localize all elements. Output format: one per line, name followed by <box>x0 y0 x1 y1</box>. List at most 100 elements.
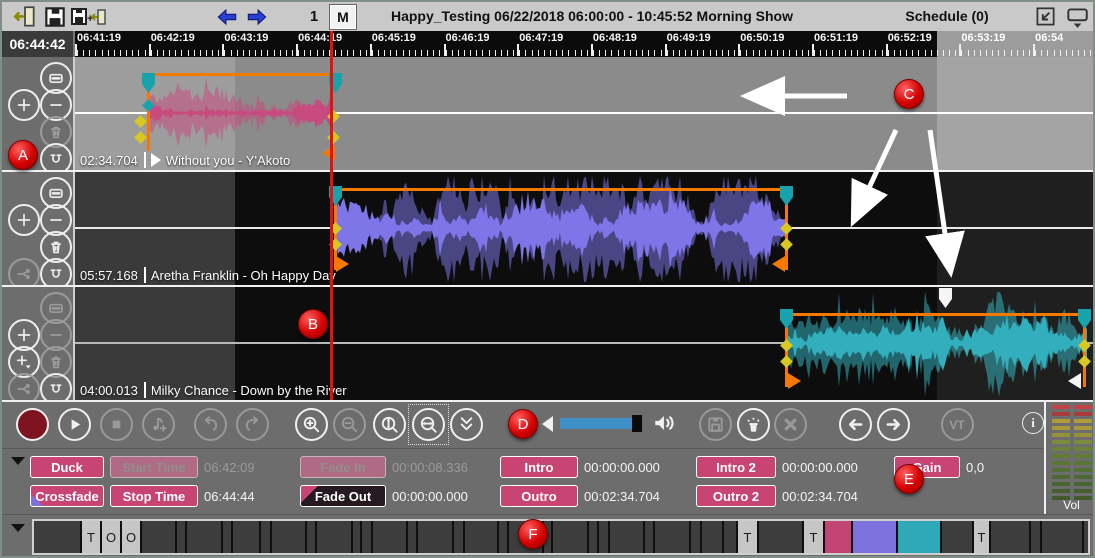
schedule-cell[interactable] <box>553 521 587 553</box>
fade-in-button[interactable]: Fade In <box>300 456 386 478</box>
volume-handle[interactable] <box>632 415 642 432</box>
next-item-button[interactable] <box>877 408 910 441</box>
exit-icon[interactable] <box>12 5 38 28</box>
speaker-icon[interactable] <box>652 410 678 441</box>
gain-envelope-line[interactable] <box>786 313 1086 316</box>
voice-track-button[interactable]: VT <box>941 408 974 441</box>
item-start-marker[interactable] <box>788 373 801 389</box>
schedule-cell[interactable] <box>589 521 597 553</box>
schedule-cell[interactable] <box>177 521 185 553</box>
stop-time-button[interactable]: Stop Time <box>110 485 198 507</box>
zoom-vertical-button[interactable] <box>373 408 406 441</box>
track-item-label[interactable]: 02:34.704Without you - Y'Akoto <box>80 152 290 168</box>
plus-button[interactable] <box>8 89 40 121</box>
cancel-button[interactable] <box>774 408 807 441</box>
schedule-cell-T[interactable]: T <box>804 521 823 553</box>
track-item-label[interactable]: 05:57.168Aretha Franklin - Oh Happy Day <box>80 267 336 283</box>
save-exit-icon[interactable]: + <box>70 5 108 28</box>
item-start-marker[interactable] <box>336 256 349 272</box>
track-item-label[interactable]: 04:00.013Milky Chance - Down by the Rive… <box>80 382 347 398</box>
schedule-cell[interactable] <box>353 521 360 553</box>
schedule-cell-T[interactable]: T <box>974 521 989 553</box>
gain-envelope-line[interactable] <box>335 188 788 191</box>
schedule-cell[interactable] <box>187 521 221 553</box>
add-note-button[interactable] <box>142 408 175 441</box>
schedule-cell[interactable] <box>261 521 270 553</box>
schedule-cell[interactable] <box>454 521 463 553</box>
intro-2-button[interactable]: Intro 2 <box>696 456 776 478</box>
crossfade-button[interactable]: Crossfade <box>30 485 104 507</box>
schedule-toggle[interactable]: Schedule (0) <box>882 2 1012 31</box>
volume-min-icon[interactable] <box>542 416 553 432</box>
schedule-cell[interactable] <box>702 521 722 553</box>
monitor-toggle-button[interactable]: M <box>329 4 357 30</box>
info-icon[interactable]: i <box>1022 412 1044 434</box>
volume-slider[interactable] <box>560 417 648 431</box>
schedule-cell-teal[interactable] <box>898 521 940 553</box>
duck-button[interactable]: Duck <box>30 456 104 478</box>
schedule-cell[interactable] <box>1031 521 1040 553</box>
loop-button[interactable] <box>40 143 72 170</box>
gain-envelope-line[interactable] <box>148 73 333 76</box>
schedule-cell[interactable] <box>418 521 452 553</box>
schedule-cell[interactable] <box>724 521 736 553</box>
split-button[interactable] <box>8 373 40 400</box>
loop-button[interactable] <box>40 373 72 400</box>
loop-button[interactable] <box>40 258 72 285</box>
nav-forward-icon[interactable] <box>244 5 270 28</box>
schedule-cell[interactable] <box>1042 521 1082 553</box>
prev-item-button[interactable] <box>839 408 872 441</box>
schedule-cell[interactable] <box>499 521 507 553</box>
schedule-cell[interactable] <box>942 521 972 553</box>
expand-all-button[interactable] <box>450 408 483 441</box>
schedule-cell[interactable] <box>307 521 315 553</box>
schedule-cell[interactable] <box>599 521 608 553</box>
plus-button[interactable] <box>8 204 40 236</box>
schedule-cell[interactable] <box>142 521 175 553</box>
display-dock-icon[interactable] <box>1064 5 1090 28</box>
schedule-cell-pink[interactable] <box>825 521 851 553</box>
zoom-in-button[interactable] <box>295 408 328 441</box>
start-time-button[interactable]: Start Time <box>110 456 198 478</box>
delete-schedule-button[interactable] <box>737 408 770 441</box>
record-button[interactable] <box>16 408 49 441</box>
play-button[interactable] <box>58 408 91 441</box>
stop-button[interactable] <box>100 408 133 441</box>
outro-2-button[interactable]: Outro 2 <box>696 485 776 507</box>
schedule-cell[interactable] <box>317 521 351 553</box>
intro-button[interactable]: Intro <box>500 456 578 478</box>
panel-collapse-icon[interactable] <box>11 457 25 465</box>
schedule-cell[interactable] <box>1084 521 1088 553</box>
playhead[interactable] <box>330 31 333 400</box>
nav-back-icon[interactable] <box>214 5 240 28</box>
schedule-cell-O[interactable]: O <box>122 521 140 553</box>
schedule-cell[interactable] <box>691 521 700 553</box>
item-end-marker[interactable] <box>772 256 785 272</box>
item-end-marker[interactable] <box>1068 373 1081 389</box>
schedule-cell[interactable] <box>223 521 231 553</box>
undo-button[interactable] <box>194 408 227 441</box>
schedule-cell[interactable] <box>759 521 802 553</box>
schedule-cell[interactable] <box>362 521 371 553</box>
fade-out-button[interactable]: Fade Out <box>300 485 386 507</box>
split-button[interactable] <box>8 258 40 285</box>
schedule-cell[interactable] <box>610 521 643 553</box>
schedule-cell-purple[interactable] <box>853 521 896 553</box>
restore-icon[interactable] <box>1032 5 1058 28</box>
strip-collapse-icon[interactable] <box>11 524 25 532</box>
schedule-cell[interactable] <box>655 521 689 553</box>
save-icon[interactable] <box>42 5 68 28</box>
zoom-out-button[interactable] <box>333 408 366 441</box>
schedule-cell[interactable] <box>991 521 1029 553</box>
schedule-cell-O[interactable]: O <box>102 521 120 553</box>
timeline-ruler[interactable]: 06:44:42 06:41:1906:42:1906:43:1906:44:1… <box>2 31 1093 57</box>
schedule-cell[interactable] <box>34 521 80 553</box>
zoom-horizontal-button[interactable] <box>412 408 445 441</box>
redo-button[interactable] <box>236 408 269 441</box>
schedule-cell-T[interactable]: T <box>82 521 100 553</box>
schedule-cell[interactable] <box>465 521 497 553</box>
schedule-cell[interactable] <box>645 521 653 553</box>
save-item-button[interactable] <box>699 408 732 441</box>
outro-button[interactable]: Outro <box>500 485 578 507</box>
schedule-cell[interactable] <box>233 521 259 553</box>
